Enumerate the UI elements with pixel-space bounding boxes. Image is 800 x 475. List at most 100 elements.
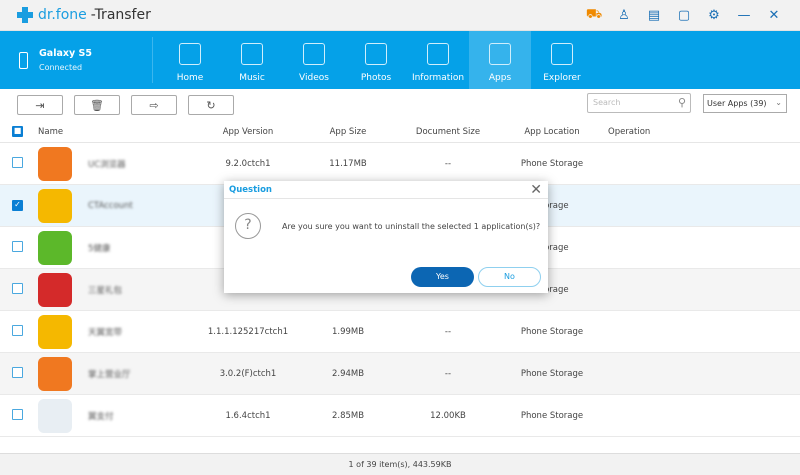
table-row[interactable]: 天翼宽带 1.1.1.125217ctch1 1.99MB -- Phone S… (0, 311, 800, 353)
col-name[interactable]: Name (38, 127, 188, 137)
filter-value: User Apps (39) (707, 99, 767, 108)
cart-icon[interactable]: ⛟ (586, 7, 602, 23)
app-name: 5健康 (88, 243, 111, 254)
device-name: Galaxy S5 (39, 48, 92, 59)
table-row[interactable]: UC浏览器 9.2.0ctch1 11.17MB -- Phone Storag… (0, 143, 800, 185)
tab-label: Explorer (543, 73, 581, 83)
status-footer: 1 of 39 item(s), 443.59KB (0, 453, 800, 475)
doc-size: -- (444, 326, 452, 337)
search-icon: ⚲ (677, 96, 686, 109)
photo-icon (365, 43, 387, 65)
title-bar: dr.fone -Transfer ⛟ ♙ ▤ ▢ ⚙ — ✕ (0, 0, 800, 31)
dialog-title: Question (224, 181, 548, 199)
table-row[interactable]: 掌上营业厅 3.0.2(F)ctch1 2.94MB -- Phone Stor… (0, 353, 800, 395)
app-version: 1.6.4ctch1 (225, 410, 271, 421)
chevron-down-icon: ⌄ (775, 98, 782, 107)
app-icon (38, 314, 72, 349)
feedback-icon[interactable]: ▢ (676, 7, 692, 23)
row-checkbox[interactable] (12, 240, 23, 252)
main-nav: Galaxy S5 Connected Home Music Videos Ph… (0, 31, 800, 89)
app-version: 3.0.2(F)ctch1 (219, 368, 277, 379)
delete-button[interactable]: 🗑 (74, 95, 120, 115)
doc-size: 12.00KB (430, 410, 466, 421)
refresh-button[interactable]: ↻ (188, 95, 234, 115)
app-name: 掌上营业厅 (88, 369, 131, 380)
tab-label: Photos (360, 73, 392, 83)
logo-icon (17, 7, 33, 23)
question-dialog: Question ✕ ? Are you sure you want to un… (224, 181, 548, 293)
app-name: 天翼宽带 (88, 327, 123, 338)
tab-label: Home (176, 73, 204, 83)
app-filter-select[interactable]: User Apps (39) ⌄ (703, 94, 787, 113)
doc-size: -- (444, 368, 452, 379)
install-button[interactable]: ⇥ (17, 95, 63, 115)
app-name: UC浏览器 (88, 159, 126, 170)
col-size[interactable]: App Size (308, 127, 388, 137)
contact-icon (427, 43, 449, 65)
user-icon[interactable]: ♙ (616, 7, 632, 23)
app-size: 11.17MB (329, 158, 367, 169)
app-icon (38, 398, 72, 433)
inbox-icon[interactable]: ▤ (646, 7, 662, 23)
search-input[interactable]: Search ⚲ (587, 93, 691, 113)
export-button[interactable]: ⇨ (131, 95, 177, 115)
device-status: Connected (39, 63, 83, 72)
device-info: Galaxy S5 Connected (0, 37, 153, 83)
row-checkbox[interactable] (12, 366, 23, 378)
col-operation: Operation (608, 126, 651, 137)
tab-label: Music (239, 73, 265, 83)
row-checkbox[interactable] (12, 324, 23, 336)
app-location: Phone Storage (520, 368, 584, 379)
tab-label: Videos (299, 73, 329, 83)
app-icon (38, 272, 72, 307)
tab-home[interactable]: Home (159, 31, 221, 89)
settings-icon[interactable]: ⚙ (706, 7, 722, 23)
home-icon (179, 43, 201, 65)
yes-button[interactable]: Yes (411, 267, 474, 287)
col-version[interactable]: App Version (188, 127, 308, 137)
col-location[interactable]: App Location (508, 127, 596, 137)
select-all-checkbox[interactable]: ■ (12, 126, 23, 137)
app-location: Phone Storage (520, 326, 584, 337)
apps-icon (489, 43, 511, 65)
app-icon (38, 146, 72, 181)
tab-information[interactable]: Information (407, 31, 469, 89)
app-name: CTAccount (88, 200, 133, 211)
app-size: 2.85MB (331, 410, 365, 421)
app-icon (38, 188, 72, 223)
app-size: 1.99MB (331, 326, 365, 337)
dialog-close-icon[interactable]: ✕ (530, 182, 542, 198)
app-name: 三星礼包 (88, 285, 123, 296)
tab-explorer[interactable]: Explorer (531, 31, 593, 89)
col-doc-size[interactable]: Document Size (388, 127, 508, 137)
no-button[interactable]: No (478, 267, 541, 287)
row-checkbox[interactable] (12, 282, 23, 294)
row-checkbox[interactable]: ✓ (12, 200, 23, 211)
app-size: 2.94MB (331, 368, 365, 379)
tab-label: Information (411, 73, 465, 83)
app-version: 1.1.1.125217ctch1 (207, 326, 289, 337)
row-checkbox[interactable] (12, 156, 23, 168)
tab-apps[interactable]: Apps (469, 31, 531, 89)
minimize-button[interactable]: — (736, 7, 752, 23)
film-icon (303, 43, 325, 65)
row-checkbox[interactable] (12, 408, 23, 420)
brand: dr.fone (38, 7, 87, 23)
app-title: -Transfer (90, 7, 151, 23)
app-location: Phone Storage (520, 410, 584, 421)
close-button[interactable]: ✕ (766, 7, 782, 23)
music-icon (241, 43, 263, 65)
app-version: 9.2.0ctch1 (225, 158, 271, 169)
tab-videos[interactable]: Videos (283, 31, 345, 89)
table-row[interactable]: 翼支付 1.6.4ctch1 2.85MB 12.00KB Phone Stor… (0, 395, 800, 437)
tab-photos[interactable]: Photos (345, 31, 407, 89)
search-placeholder: Search (593, 98, 621, 107)
doc-size: -- (444, 158, 452, 169)
tab-label: Apps (488, 73, 512, 83)
tab-music[interactable]: Music (221, 31, 283, 89)
app-name: 翼支付 (88, 411, 114, 422)
folder-icon (551, 43, 573, 65)
dialog-message: Are you sure you want to uninstall the s… (282, 222, 541, 231)
question-icon: ? (235, 213, 261, 239)
app-icon (38, 230, 72, 265)
